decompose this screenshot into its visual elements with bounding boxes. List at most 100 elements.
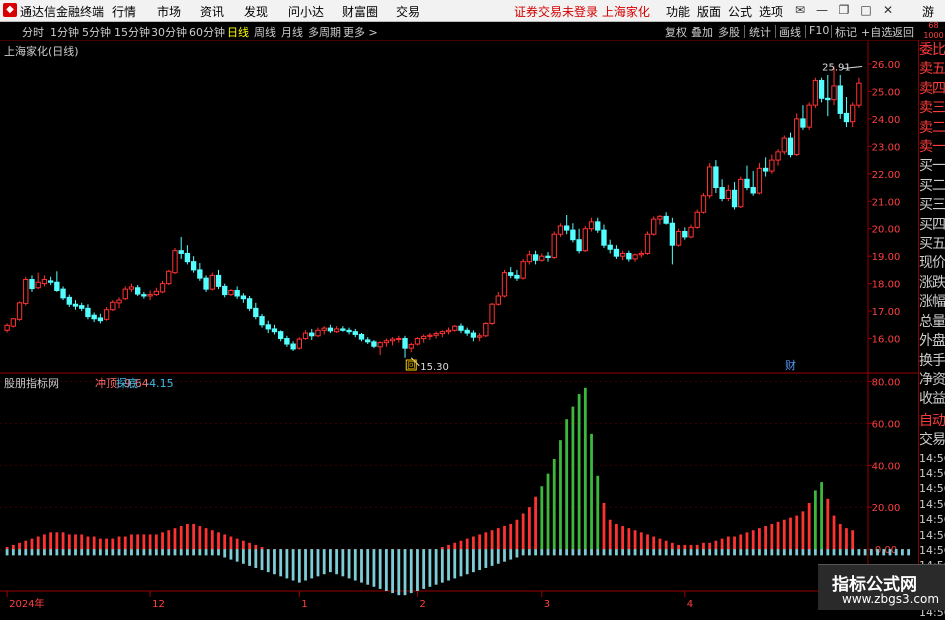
maximize-icon[interactable]: □ (858, 1, 874, 19)
stock-label[interactable]: 上海家化(日线) (4, 43, 79, 59)
indicator-bottom-bar (210, 549, 214, 556)
btn-f10[interactable]: F10 (809, 24, 829, 37)
indicator-bottom-bar (136, 549, 140, 556)
candle-body (10, 318, 17, 327)
indicator-top-bar (111, 538, 115, 550)
candle-body (79, 305, 85, 309)
menu-ask[interactable]: 问小达 (288, 3, 324, 20)
kline-chart-area[interactable]: 16.00 17.00 18.00 19.00 20.00 21.00 22.00 23.00… (0, 41, 918, 609)
indicator-bottom-bar (627, 549, 631, 556)
close-icon[interactable]: ✕ (880, 1, 896, 19)
indicator-bottom-bar (565, 549, 569, 556)
period-tick[interactable]: 分时 (22, 24, 44, 40)
period-1min[interactable]: 1分钟 (50, 24, 79, 40)
candle-body (644, 233, 651, 254)
indicator-bottom-bar (391, 549, 394, 594)
period-multi[interactable]: 多周期 (308, 24, 341, 40)
finance-marker-icon: 财 (785, 358, 796, 372)
period-15min[interactable]: 15分钟 (114, 24, 150, 40)
btn-back[interactable]: 返回 (892, 24, 914, 40)
menu-news[interactable]: 资讯 (200, 3, 224, 20)
trade-tab[interactable]: 交易 (919, 431, 945, 450)
indicator-bottom-bar (509, 549, 513, 560)
indicator-top-bar (776, 521, 780, 550)
btn-overlay[interactable]: 叠加 (691, 24, 713, 40)
indicator-bottom-bar (907, 549, 911, 556)
period-weekly[interactable]: 周线 (254, 24, 276, 40)
indicator-top-bar (484, 532, 488, 550)
restore-icon[interactable]: ❐ (836, 1, 852, 19)
indicator-top-bar (608, 519, 612, 550)
indicator-top-bar (136, 534, 140, 550)
date-tick-label: 1 (301, 599, 307, 609)
auto-trade-tab[interactable]: 自动 (919, 412, 945, 431)
indicator-bottom-bar (279, 549, 283, 577)
candle-body (85, 307, 91, 318)
indicator-bottom-bar (583, 549, 587, 556)
indicator-bottom-bar (552, 549, 556, 556)
candle-body (470, 332, 477, 338)
tick-time: 14:56 (919, 543, 945, 557)
btn-multi-stock[interactable]: 多股 (718, 24, 740, 40)
minimize-icon[interactable]: — (814, 1, 830, 19)
indicator-bottom-bar (297, 549, 301, 583)
indicator-bottom-bar (217, 549, 220, 556)
menu-wealth-circle[interactable]: 财富圈 (342, 3, 378, 20)
candle-body (464, 329, 470, 334)
candle-body (626, 252, 632, 260)
candle-body (731, 189, 738, 208)
indicator-top-bar (472, 536, 475, 550)
watermark: 指标公式网 www.zbgs3.com (818, 564, 945, 610)
menu-market[interactable]: 市场 (157, 3, 181, 20)
period-30min[interactable]: 30分钟 (151, 24, 187, 40)
btn-adjust[interactable]: 复权 (665, 24, 687, 40)
panel-label: 买五 (919, 236, 945, 253)
period-daily[interactable]: 日线 (227, 24, 249, 40)
menu-discover[interactable]: 发现 (244, 3, 268, 20)
indicator-top-bar (117, 536, 121, 550)
indicator-bottom-bar (571, 549, 575, 556)
menu-layout[interactable]: 版面 (697, 3, 721, 20)
menu-formula[interactable]: 公式 (728, 3, 752, 20)
indicator-name[interactable]: 股朋指标网 (4, 375, 59, 391)
candle-body (290, 343, 296, 350)
indicator-top-bar (751, 530, 755, 550)
period-5min[interactable]: 5分钟 (82, 24, 111, 40)
panel-label: 卖四 (919, 80, 945, 97)
indicator-bottom-bar (745, 549, 749, 556)
indicator-bottom-bar (621, 549, 625, 556)
toolbar-separator (744, 25, 745, 38)
indicator-top-bar (24, 540, 28, 550)
period-monthly[interactable]: 月线 (281, 24, 303, 40)
panel-label: 卖五 (919, 61, 945, 78)
period-more[interactable]: 更多 > (343, 24, 378, 40)
btn-mark[interactable]: 标记 (835, 24, 857, 40)
indicator-bottom-bar (266, 549, 270, 573)
period-60min[interactable]: 60分钟 (189, 24, 225, 40)
menu-quotes[interactable]: 行情 (112, 3, 136, 20)
indicator-bottom-bar (695, 549, 699, 556)
btn-stats[interactable]: 统计 (749, 24, 771, 40)
indicator-top-bar (161, 532, 164, 550)
tick-time: 14:56 (919, 482, 945, 496)
candle-body (508, 272, 514, 276)
btn-draw[interactable]: 画线 (779, 24, 801, 40)
menu-function[interactable]: 功能 (666, 3, 690, 20)
indicator-bottom-bar (447, 549, 450, 581)
candle-body (159, 283, 166, 293)
indicator-top-bar (670, 542, 674, 550)
panel-label: 委比 (919, 42, 945, 58)
menu-options[interactable]: 选项 (759, 3, 783, 20)
indicator-bottom-bar (820, 549, 823, 556)
app-logo-icon: ◆ (3, 3, 17, 17)
indicator-top-bar (571, 406, 575, 550)
menu-trade[interactable]: 交易 (396, 3, 420, 20)
indicator-top-bar (596, 475, 600, 550)
mail-icon[interactable]: ✉ (792, 1, 808, 19)
candle-body (215, 274, 222, 287)
btn-add-watchlist[interactable]: +自选 (861, 24, 892, 40)
toolbar-separator (831, 25, 832, 38)
price-tick-label: 21.00 (872, 197, 901, 208)
candle-body (781, 137, 787, 153)
indicator-bottom-bar (863, 549, 867, 556)
